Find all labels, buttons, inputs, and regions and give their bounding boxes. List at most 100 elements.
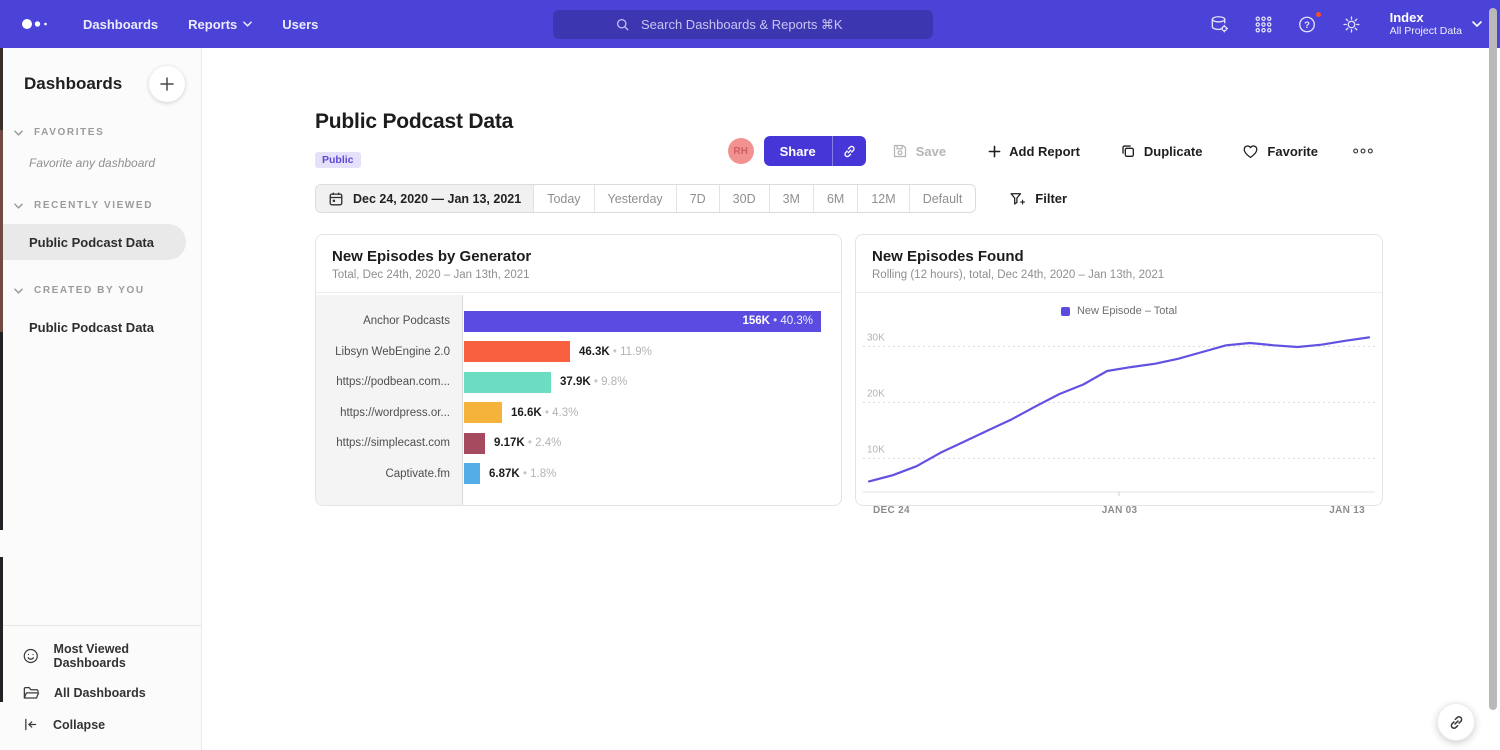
bar-percent: 40.3%	[780, 315, 813, 327]
sidebar-footer: Most Viewed DashboardsAll Dashboards Coll…	[0, 625, 201, 750]
add-report-button[interactable]: Add Report	[982, 143, 1086, 160]
date-controls: Dec 24, 2020 — Jan 13, 2021 TodayYesterd…	[315, 184, 1073, 213]
bar[interactable]	[464, 372, 551, 393]
filter-button[interactable]: Filter	[1003, 190, 1073, 208]
bar-track: 9.17K • 2.4%	[464, 433, 841, 454]
section-header[interactable]: FAVORITES	[0, 127, 201, 138]
sidebar-title: Dashboards	[24, 74, 122, 94]
card-new-episodes-found: New Episodes Found Rolling (12 hours), t…	[855, 234, 1383, 506]
footer-collapse[interactable]: Collapse	[0, 709, 201, 740]
dashboard-actions: RH Share Save Add Report Duplicate Favor…	[728, 136, 1380, 166]
y-tick-label: 10K	[867, 444, 885, 455]
nav-item-users[interactable]: Users	[267, 0, 333, 48]
x-axis-labels: DEC 24 JAN 03 JAN 13	[863, 502, 1375, 516]
bar[interactable]	[464, 341, 570, 362]
settings-gear-icon[interactable]	[1340, 12, 1364, 36]
legend-label: New Episode – Total	[1077, 305, 1177, 317]
add-report-label: Add Report	[1009, 144, 1080, 159]
data-library-icon[interactable]	[1208, 12, 1232, 36]
bar-percent: 2.4%	[535, 437, 561, 449]
add-dashboard-button[interactable]	[149, 66, 185, 102]
app-logo-icon[interactable]	[20, 17, 54, 31]
chevron-down-icon	[14, 203, 23, 209]
date-preset-default[interactable]: Default	[909, 185, 976, 212]
scrollbar-thumb[interactable]	[1489, 8, 1497, 710]
share-link-fab[interactable]	[1437, 703, 1475, 741]
footer-label: Collapse	[53, 718, 105, 732]
bar-chart: Anchor Podcasts156K • 40.3%Libsyn WebEng…	[316, 295, 841, 505]
sidebar-section: FAVORITESFavorite any dashboard	[0, 127, 201, 175]
heart-icon	[1242, 144, 1259, 159]
date-preset-3m[interactable]: 3M	[769, 185, 813, 212]
bar-category-label: Anchor Podcasts	[316, 315, 463, 327]
favorite-button[interactable]: Favorite	[1236, 143, 1324, 160]
date-preset-12m[interactable]: 12M	[857, 185, 908, 212]
sidebar-item[interactable]: Public Podcast Data	[0, 309, 201, 345]
date-preset-yesterday[interactable]: Yesterday	[594, 185, 676, 212]
folder-icon	[22, 684, 40, 702]
bar-value: 37.9K	[560, 376, 591, 388]
card-header: New Episodes Found Rolling (12 hours), t…	[856, 235, 1382, 293]
calendar-icon	[328, 191, 344, 207]
bar[interactable]	[464, 402, 502, 423]
section-header[interactable]: CREATED BY YOU	[0, 285, 201, 296]
footer-most-viewed-dashboards[interactable]: Most Viewed Dashboards	[0, 635, 201, 677]
more-dots-icon	[1352, 147, 1374, 155]
filter-label: Filter	[1035, 191, 1067, 206]
bar-value: 46.3K	[579, 346, 610, 358]
filter-funnel-icon	[1009, 191, 1026, 207]
bar-row: Captivate.fm 6.87K • 1.8%	[316, 459, 841, 490]
card-subtitle: Total, Dec 24th, 2020 – Jan 13th, 2021	[332, 269, 825, 281]
help-icon[interactable]: ?	[1296, 12, 1320, 36]
bar-rows: Anchor Podcasts156K • 40.3%Libsyn WebEng…	[316, 306, 841, 489]
line-series	[869, 337, 1369, 481]
screen-edge-artifact	[0, 48, 3, 130]
date-range-picker[interactable]: Dec 24, 2020 — Jan 13, 2021	[316, 185, 533, 212]
save-button[interactable]: Save	[886, 142, 952, 160]
section-label: CREATED BY YOU	[34, 285, 145, 296]
section-label: RECENTLY VIEWED	[34, 200, 153, 211]
avatar[interactable]: RH	[728, 138, 754, 164]
main-content: Public Podcast Data Public RH Share Save…	[202, 48, 1500, 750]
date-preset-6m[interactable]: 6M	[813, 185, 857, 212]
share-split-button: Share	[764, 136, 866, 166]
nav-item-reports[interactable]: Reports	[173, 0, 267, 48]
project-switcher[interactable]: Index All Project Data	[1390, 10, 1482, 38]
bar-percent: 4.3%	[552, 407, 578, 419]
date-range-group: Dec 24, 2020 — Jan 13, 2021 TodayYesterd…	[315, 184, 976, 213]
bar-value-label: 16.6K • 4.3%	[511, 407, 578, 419]
nav-item-dashboards[interactable]: Dashboards	[68, 0, 173, 48]
global-search[interactable]	[553, 10, 933, 39]
share-link-button[interactable]	[832, 136, 866, 166]
section-header[interactable]: RECENTLY VIEWED	[0, 200, 201, 211]
date-preset-today[interactable]: Today	[533, 185, 593, 212]
nav-item-label: Reports	[188, 17, 237, 32]
apps-grid-icon[interactable]	[1252, 12, 1276, 36]
bar-category-label: Captivate.fm	[316, 468, 463, 480]
share-button[interactable]: Share	[764, 136, 832, 166]
sidebar-item[interactable]: Public Podcast Data	[0, 224, 186, 260]
duplicate-button[interactable]: Duplicate	[1114, 142, 1209, 160]
x-tick-label: DEC 24	[873, 505, 910, 516]
svg-text:?: ?	[1304, 19, 1310, 30]
separator-dot: •	[542, 407, 552, 419]
x-tick-label: JAN 13	[1329, 505, 1365, 516]
separator-dot: •	[591, 376, 601, 388]
bar-value-label: 6.87K • 1.8%	[489, 468, 556, 480]
footer-all-dashboards[interactable]: All Dashboards	[0, 677, 201, 709]
screen-edge-artifact	[0, 130, 3, 332]
bar[interactable]	[464, 433, 485, 454]
favorite-label: Favorite	[1267, 144, 1318, 159]
more-options-button[interactable]	[1346, 146, 1380, 156]
save-icon	[892, 143, 908, 159]
legend-swatch	[1061, 307, 1070, 316]
link-icon	[1448, 714, 1465, 731]
bar-value: 6.87K	[489, 468, 520, 480]
date-preset-30d[interactable]: 30D	[719, 185, 769, 212]
bar[interactable]: 156K • 40.3%	[464, 311, 821, 332]
x-tick-label: JAN 03	[1102, 505, 1138, 516]
search-input[interactable]	[639, 16, 871, 33]
bar[interactable]	[464, 463, 480, 484]
date-presets: TodayYesterday7D30D3M6M12MDefault	[533, 185, 975, 212]
date-preset-7d[interactable]: 7D	[676, 185, 719, 212]
